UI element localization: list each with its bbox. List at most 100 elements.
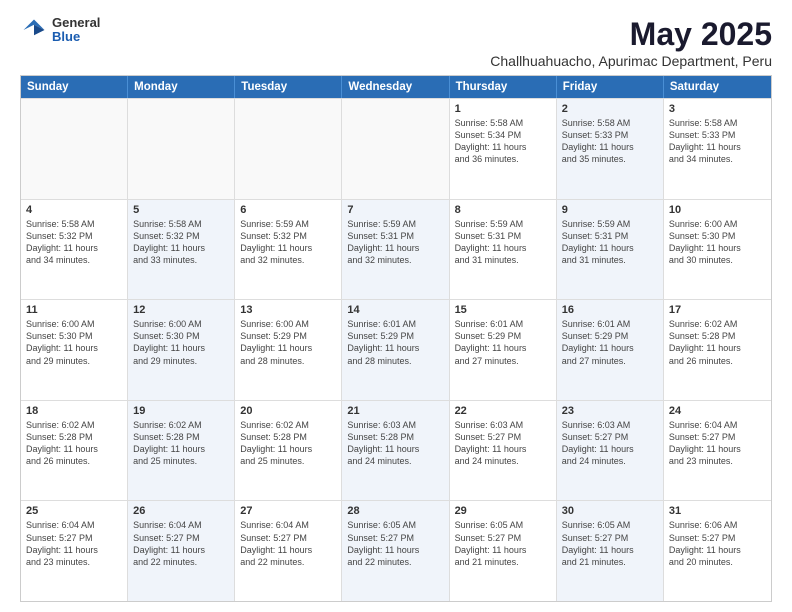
day-info: Sunrise: 5:58 AM Sunset: 5:33 PM Dayligh… <box>562 117 658 166</box>
day-info: Sunrise: 6:00 AM Sunset: 5:30 PM Dayligh… <box>133 318 229 367</box>
logo-icon <box>20 16 48 44</box>
day-number: 13 <box>240 304 336 316</box>
day-number: 26 <box>133 505 229 517</box>
table-row: 7 Sunrise: 5:59 AM Sunset: 5:31 PM Daylig… <box>342 200 449 300</box>
table-row <box>235 99 342 199</box>
day-info: Sunrise: 5:58 AM Sunset: 5:33 PM Dayligh… <box>669 117 766 166</box>
table-row: 30Sunrise: 6:05 AM Sunset: 5:27 PM Dayli… <box>557 501 664 601</box>
header-day-tuesday: Tuesday <box>235 76 342 98</box>
table-row: 27Sunrise: 6:04 AM Sunset: 5:27 PM Dayli… <box>235 501 342 601</box>
table-row: 31 Sunrise: 6:06 AM Sunset: 5:27 PM Dayli… <box>664 501 771 601</box>
day-info: Sunrise: 5:58 AM Sunset: 5:32 PM Dayligh… <box>133 218 229 267</box>
table-row: 18 Sunrise: 6:02 AM Sunset: 5:28 PM Dayli… <box>21 401 128 501</box>
header-day-monday: Monday <box>128 76 235 98</box>
day-number: 29 <box>455 505 551 517</box>
day-info: Sunrise: 5:58 AM Sunset: 5:34 PM Dayligh… <box>455 117 551 166</box>
day-info: Sunrise: 6:02 AM Sunset: 5:28 PM Dayligh… <box>240 419 336 468</box>
logo-text: General Blue <box>52 16 100 45</box>
day-info: Sunrise: 5:59 AM Sunset: 5:31 PM Dayligh… <box>562 218 658 267</box>
day-info: Sunrise: 6:01 AM Sunset: 5:29 PM Dayligh… <box>347 318 443 367</box>
table-row: 14 Sunrise: 6:01 AM Sunset: 5:29 PM Dayli… <box>342 300 449 400</box>
day-number: 19 <box>133 405 229 417</box>
day-info: Sunrise: 5:59 AM Sunset: 5:31 PM Dayligh… <box>455 218 551 267</box>
table-row <box>128 99 235 199</box>
table-row: 24Sunrise: 6:04 AM Sunset: 5:27 PM Dayli… <box>664 401 771 501</box>
calendar-body: 1Sunrise: 5:58 AM Sunset: 5:34 PM Daylig… <box>21 98 771 601</box>
table-row: 17 Sunrise: 6:02 AM Sunset: 5:28 PM Dayli… <box>664 300 771 400</box>
logo: General Blue <box>20 16 100 45</box>
day-number: 18 <box>26 405 122 417</box>
header-day-thursday: Thursday <box>450 76 557 98</box>
day-info: Sunrise: 5:59 AM Sunset: 5:31 PM Dayligh… <box>347 218 443 267</box>
table-row: 9Sunrise: 5:59 AM Sunset: 5:31 PM Daylig… <box>557 200 664 300</box>
header-day-wednesday: Wednesday <box>342 76 449 98</box>
day-info: Sunrise: 6:03 AM Sunset: 5:27 PM Dayligh… <box>562 419 658 468</box>
calendar-row-2: 11Sunrise: 6:00 AM Sunset: 5:30 PM Dayli… <box>21 299 771 400</box>
day-number: 25 <box>26 505 122 517</box>
day-number: 10 <box>669 204 766 216</box>
day-info: Sunrise: 6:00 AM Sunset: 5:30 PM Dayligh… <box>669 218 766 267</box>
day-number: 4 <box>26 204 122 216</box>
table-row: 3 Sunrise: 5:58 AM Sunset: 5:33 PM Daylig… <box>664 99 771 199</box>
table-row: 11Sunrise: 6:00 AM Sunset: 5:30 PM Dayli… <box>21 300 128 400</box>
day-number: 21 <box>347 405 443 417</box>
day-info: Sunrise: 6:06 AM Sunset: 5:27 PM Dayligh… <box>669 519 766 568</box>
calendar-row-1: 4 Sunrise: 5:58 AM Sunset: 5:32 PM Daylig… <box>21 199 771 300</box>
calendar-header-row: SundayMondayTuesdayWednesdayThursdayFrid… <box>21 76 771 98</box>
day-info: Sunrise: 6:00 AM Sunset: 5:29 PM Dayligh… <box>240 318 336 367</box>
day-info: Sunrise: 6:02 AM Sunset: 5:28 PM Dayligh… <box>133 419 229 468</box>
day-number: 22 <box>455 405 551 417</box>
table-row <box>21 99 128 199</box>
table-row: 22 Sunrise: 6:03 AM Sunset: 5:27 PM Dayli… <box>450 401 557 501</box>
day-number: 31 <box>669 505 766 517</box>
day-info: Sunrise: 6:05 AM Sunset: 5:27 PM Dayligh… <box>455 519 551 568</box>
day-info: Sunrise: 6:02 AM Sunset: 5:28 PM Dayligh… <box>669 318 766 367</box>
header-day-friday: Friday <box>557 76 664 98</box>
day-info: Sunrise: 6:03 AM Sunset: 5:28 PM Dayligh… <box>347 419 443 468</box>
table-row: 23Sunrise: 6:03 AM Sunset: 5:27 PM Dayli… <box>557 401 664 501</box>
day-number: 14 <box>347 304 443 316</box>
table-row: 2Sunrise: 5:58 AM Sunset: 5:33 PM Daylig… <box>557 99 664 199</box>
day-number: 6 <box>240 204 336 216</box>
logo-blue-text: Blue <box>52 30 100 44</box>
location-subtitle: Challhuahuacho, Apurimac Department, Per… <box>490 53 772 69</box>
day-number: 20 <box>240 405 336 417</box>
table-row: 15Sunrise: 6:01 AM Sunset: 5:29 PM Dayli… <box>450 300 557 400</box>
day-number: 12 <box>133 304 229 316</box>
header-day-sunday: Sunday <box>21 76 128 98</box>
day-info: Sunrise: 6:04 AM Sunset: 5:27 PM Dayligh… <box>133 519 229 568</box>
table-row <box>342 99 449 199</box>
page: General Blue May 2025 Challhuahuacho, Ap… <box>0 0 792 612</box>
table-row: 19 Sunrise: 6:02 AM Sunset: 5:28 PM Dayli… <box>128 401 235 501</box>
calendar-row-4: 25 Sunrise: 6:04 AM Sunset: 5:27 PM Dayli… <box>21 500 771 601</box>
header-day-saturday: Saturday <box>664 76 771 98</box>
table-row: 12 Sunrise: 6:00 AM Sunset: 5:30 PM Dayli… <box>128 300 235 400</box>
day-info: Sunrise: 5:59 AM Sunset: 5:32 PM Dayligh… <box>240 218 336 267</box>
table-row: 25 Sunrise: 6:04 AM Sunset: 5:27 PM Dayli… <box>21 501 128 601</box>
day-info: Sunrise: 6:02 AM Sunset: 5:28 PM Dayligh… <box>26 419 122 468</box>
day-info: Sunrise: 6:04 AM Sunset: 5:27 PM Dayligh… <box>26 519 122 568</box>
day-number: 15 <box>455 304 551 316</box>
day-number: 28 <box>347 505 443 517</box>
table-row: 5Sunrise: 5:58 AM Sunset: 5:32 PM Daylig… <box>128 200 235 300</box>
day-info: Sunrise: 6:05 AM Sunset: 5:27 PM Dayligh… <box>347 519 443 568</box>
table-row: 4Sunrise: 5:58 AM Sunset: 5:32 PM Daylig… <box>21 200 128 300</box>
day-number: 7 <box>347 204 443 216</box>
table-row: 16Sunrise: 6:01 AM Sunset: 5:29 PM Dayli… <box>557 300 664 400</box>
day-number: 24 <box>669 405 766 417</box>
table-row: 29 Sunrise: 6:05 AM Sunset: 5:27 PM Dayli… <box>450 501 557 601</box>
table-row: 21 Sunrise: 6:03 AM Sunset: 5:28 PM Dayli… <box>342 401 449 501</box>
day-number: 30 <box>562 505 658 517</box>
header: General Blue May 2025 Challhuahuacho, Ap… <box>20 16 772 69</box>
day-info: Sunrise: 6:03 AM Sunset: 5:27 PM Dayligh… <box>455 419 551 468</box>
calendar-row-0: 1Sunrise: 5:58 AM Sunset: 5:34 PM Daylig… <box>21 98 771 199</box>
day-number: 17 <box>669 304 766 316</box>
table-row: 20 Sunrise: 6:02 AM Sunset: 5:28 PM Dayli… <box>235 401 342 501</box>
table-row: 6 Sunrise: 5:59 AM Sunset: 5:32 PM Daylig… <box>235 200 342 300</box>
day-number: 3 <box>669 103 766 115</box>
day-number: 16 <box>562 304 658 316</box>
table-row: 13 Sunrise: 6:00 AM Sunset: 5:29 PM Dayli… <box>235 300 342 400</box>
logo-general-text: General <box>52 16 100 30</box>
table-row: 10 Sunrise: 6:00 AM Sunset: 5:30 PM Dayli… <box>664 200 771 300</box>
table-row: 26 Sunrise: 6:04 AM Sunset: 5:27 PM Dayli… <box>128 501 235 601</box>
